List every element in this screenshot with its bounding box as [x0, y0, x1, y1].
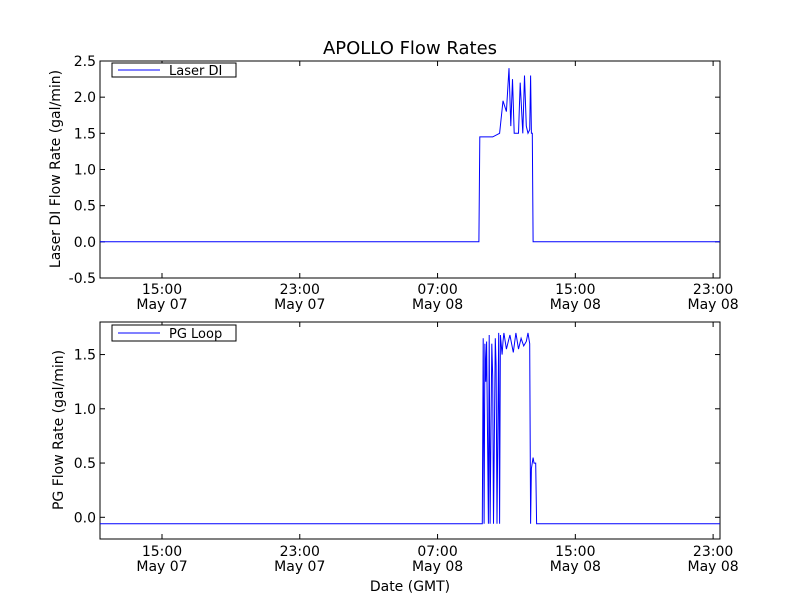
x-tick-date-label: May 08 [412, 559, 463, 575]
x-tick-date-label: May 08 [412, 297, 463, 313]
y-tick-label: 2.5 [74, 54, 96, 70]
y-tick-label: -0.5 [69, 271, 96, 287]
x-tick-time-label: 07:00 [417, 282, 457, 298]
x-tick-time-label: 15:00 [142, 544, 182, 560]
x-tick-date-label: May 08 [550, 297, 601, 313]
x-tick-time-label: 15:00 [555, 544, 595, 560]
bottom-legend-label: PG Loop [169, 327, 222, 342]
bottom-x-axis-label: Date (GMT) [370, 579, 450, 595]
bottom-y-axis-label: PG Flow Rate (gal/min) [51, 350, 67, 510]
x-tick-time-label: 15:00 [555, 282, 595, 298]
top-legend: Laser DI [111, 62, 237, 79]
top-legend-label: Laser DI [169, 64, 222, 79]
x-tick-time-label: 15:00 [142, 282, 182, 298]
y-tick-label: 2.0 [74, 90, 96, 106]
top-panel: APOLLO Flow Rates -0.5 0.0 0.5 1.0 1.5 2.0 2.5… [48, 38, 739, 313]
x-tick-date-label: May 07 [136, 559, 187, 575]
chart-title: APOLLO Flow Rates [323, 38, 497, 59]
x-tick-date-label: May 08 [688, 559, 739, 575]
x-tick-date-label: May 08 [688, 297, 739, 313]
top-plot-marks: -0.50.00.51.01.52.02.515:00May 0723:00Ma… [69, 54, 739, 313]
bottom-panel: 0.00.51.01.515:00May 0723:00May 0707:00M… [51, 321, 739, 595]
series-line-laser-di [100, 68, 720, 243]
y-tick-label: 0.5 [74, 199, 96, 215]
y-tick-label: 0.0 [74, 235, 96, 251]
x-tick-time-label: 23:00 [693, 544, 733, 560]
x-tick-time-label: 23:00 [280, 282, 320, 298]
x-tick-date-label: May 07 [136, 297, 187, 313]
x-tick-date-label: May 08 [550, 559, 601, 575]
bottom-plot-marks: 0.00.51.01.515:00May 0723:00May 0707:00M… [74, 322, 739, 575]
x-tick-time-label: 07:00 [417, 544, 457, 560]
y-tick-label: 1.5 [74, 348, 96, 364]
x-tick-time-label: 23:00 [280, 544, 320, 560]
x-tick-date-label: May 07 [274, 297, 325, 313]
y-tick-label: 0.0 [74, 510, 96, 526]
x-tick-date-label: May 07 [274, 559, 325, 575]
y-tick-label: 1.5 [74, 126, 96, 142]
y-tick-label: 0.5 [74, 456, 96, 472]
y-tick-label: 1.0 [74, 163, 96, 179]
top-plot-frame [99, 60, 721, 279]
bottom-legend: PG Loop [111, 324, 237, 342]
top-y-axis-label: Laser DI Flow Rate (gal/min) [48, 70, 64, 268]
x-tick-time-label: 23:00 [693, 282, 733, 298]
bottom-plot-frame [99, 321, 721, 540]
flow-rates-figure: APOLLO Flow Rates -0.5 0.0 0.5 1.0 1.5 2.0 2.5… [48, 38, 739, 595]
y-tick-label: 1.0 [74, 402, 96, 418]
series-line-pg-loop [100, 332, 720, 525]
